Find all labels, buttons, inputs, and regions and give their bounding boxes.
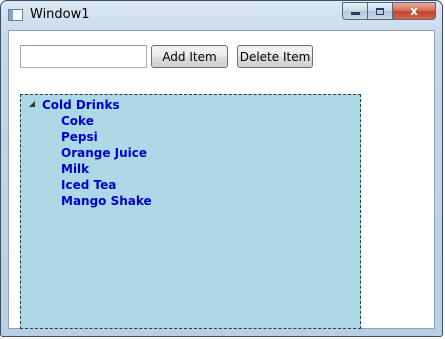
item-text-input[interactable] <box>20 45 147 68</box>
application-window: Window1 x Add Item Delete Item Cold Drin… <box>0 0 443 337</box>
tree-item[interactable]: Coke <box>61 114 94 128</box>
drinks-tree-view[interactable]: Cold Drinks Coke Pepsi Orange Juice Milk… <box>20 94 361 329</box>
close-button[interactable]: x <box>393 2 436 20</box>
tree-item[interactable]: Iced Tea <box>61 178 116 192</box>
tree-item[interactable]: Pepsi <box>61 130 98 144</box>
window-icon[interactable] <box>8 9 23 21</box>
client-area: Add Item Delete Item Cold Drinks Coke Pe… <box>8 30 435 329</box>
close-icon: x <box>410 4 418 18</box>
tree-item[interactable]: Mango Shake <box>61 194 152 208</box>
title-bar[interactable]: Window1 x <box>1 1 442 29</box>
tree-item[interactable]: Milk <box>61 162 89 176</box>
caption-buttons: x <box>342 2 436 20</box>
maximize-button[interactable] <box>368 2 393 20</box>
minimize-icon <box>350 12 360 15</box>
minimize-button[interactable] <box>342 2 368 20</box>
tree-item[interactable]: Orange Juice <box>61 146 147 160</box>
delete-item-button[interactable]: Delete Item <box>237 45 313 68</box>
tree-node-label[interactable]: Cold Drinks <box>42 98 120 112</box>
add-item-button[interactable]: Add Item <box>151 45 228 68</box>
expand-collapse-icon[interactable] <box>29 101 35 107</box>
maximize-icon <box>376 7 384 15</box>
window-title: Window1 <box>30 7 90 22</box>
